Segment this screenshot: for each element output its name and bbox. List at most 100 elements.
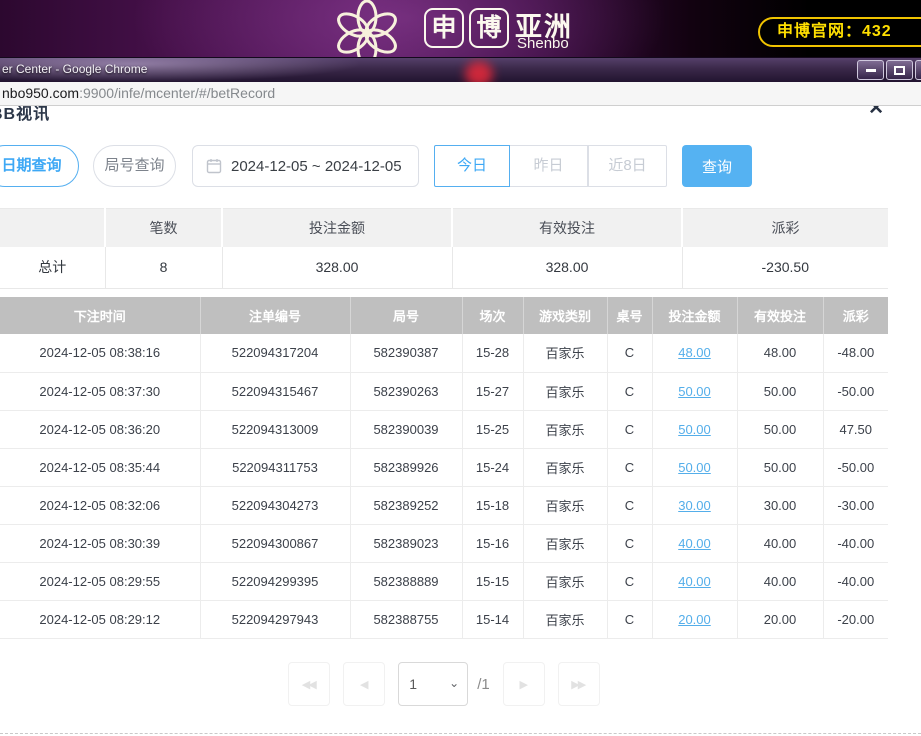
round-query-tab[interactable]: 局号查询 [93,145,176,187]
bet-amount-link[interactable]: 50.00 [678,460,711,475]
brand-banner: 申 博 亚洲 Shenbo 申博官网：432 [0,0,921,57]
page-select-wrap: 1 ⌄ [398,662,468,706]
bet-time-cell: 2024-12-05 08:32:06 [0,486,200,524]
order-id-cell: 522094317204 [200,334,350,372]
logo-char-bo: 博 [469,8,509,48]
valid-bet-cell: 40.00 [737,524,823,562]
section-heading: BB视讯 [0,106,50,124]
date-query-tab[interactable]: 日期查询 [0,145,79,187]
next-page-button[interactable]: ▶ [503,662,545,706]
round-id-cell: 582389926 [350,448,462,486]
window-titlebar: er Center - Google Chrome [0,57,921,82]
search-button[interactable]: 查询 [682,145,752,187]
bet-amount-link[interactable]: 40.00 [678,574,711,589]
order-id-cell: 522094299395 [200,562,350,600]
calendar-icon [206,158,222,174]
valid-bet-cell: 48.00 [737,334,823,372]
prev-page-button[interactable]: ◀ [343,662,385,706]
session-cell: 15-18 [462,486,523,524]
url-path: :9900/infe/mcenter/#/betRecord [79,85,275,101]
round-id-cell: 582388755 [350,600,462,638]
close-window-button[interactable] [915,60,921,80]
bet-amount-link[interactable]: 40.00 [678,536,711,551]
summary-header-valid-bet: 有效投注 [452,209,682,247]
table-row: 2024-12-05 08:38:16 522094317204 5823903… [0,334,888,372]
close-panel-icon[interactable]: ✕ [868,106,884,120]
round-id-cell: 582389023 [350,524,462,562]
url-domain: nbo950.com [2,85,79,101]
payout-cell: -48.00 [823,334,888,372]
maximize-button[interactable] [886,60,913,80]
red-notification-blob [465,61,493,82]
payout-cell: -50.00 [823,448,888,486]
game-type-cell: 百家乐 [523,486,607,524]
header-game-type: 游戏类别 [523,297,607,334]
game-type-cell: 百家乐 [523,600,607,638]
header-bet-amount: 投注金额 [652,297,737,334]
last-8-days-button[interactable]: 近8日 [588,145,667,187]
brand-english-label: Shenbo [517,35,569,52]
order-id-cell: 522094297943 [200,600,350,638]
bet-amount-cell: 50.00 [652,372,737,410]
date-range-input[interactable]: 2024-12-05 ~ 2024-12-05 [192,145,419,187]
bet-time-cell: 2024-12-05 08:35:44 [0,448,200,486]
header-payout: 派彩 [823,297,888,334]
game-type-cell: 百家乐 [523,372,607,410]
bet-amount-link[interactable]: 48.00 [678,345,711,360]
last-page-button[interactable]: ▶▶ [558,662,600,706]
order-id-cell: 522094304273 [200,486,350,524]
valid-bet-cell: 20.00 [737,600,823,638]
bet-record-panel: BB视讯 ✕ 日期查询 局号查询 2024-12-05 ~ 2024-12-05… [0,106,921,736]
yesterday-button[interactable]: 昨日 [510,145,588,187]
address-bar[interactable]: nbo950.com:9900/infe/mcenter/#/betRecord [0,82,921,106]
game-type-cell: 百家乐 [523,524,607,562]
pagination: ◀◀ ◀ 1 ⌄ /1 ▶ ▶▶ [0,662,888,706]
table-row: 2024-12-05 08:32:06 522094304273 5823892… [0,486,888,524]
bet-amount-link[interactable]: 30.00 [678,498,711,513]
payout-cell: -50.00 [823,372,888,410]
minimize-button[interactable] [857,60,884,80]
table-no-cell: C [607,448,652,486]
summary-header-payout: 派彩 [682,209,888,247]
session-cell: 15-16 [462,524,523,562]
flower-logo-icon [330,0,404,57]
round-id-cell: 582390387 [350,334,462,372]
table-row: 2024-12-05 08:30:39 522094300867 5823890… [0,524,888,562]
order-id-cell: 522094315467 [200,372,350,410]
bet-time-cell: 2024-12-05 08:36:20 [0,410,200,448]
filter-bar: 日期查询 局号查询 2024-12-05 ~ 2024-12-05 今日 昨日 … [0,145,921,187]
summary-header-bet-amount: 投注金额 [222,209,452,247]
table-no-cell: C [607,372,652,410]
order-id-cell: 522094311753 [200,448,350,486]
table-no-cell: C [607,524,652,562]
payout-cell: -30.00 [823,486,888,524]
today-button[interactable]: 今日 [434,145,510,187]
table-no-cell: C [607,600,652,638]
page-select[interactable]: 1 [398,662,468,706]
table-no-cell: C [607,486,652,524]
bet-records-table: 下注时间 注单编号 局号 场次 游戏类别 桌号 投注金额 有效投注 派彩 202… [0,297,888,639]
summary-valid-bet-value: 328.00 [452,247,682,289]
session-cell: 15-28 [462,334,523,372]
table-no-cell: C [607,410,652,448]
bets-table-body: 2024-12-05 08:38:16 522094317204 5823903… [0,334,888,638]
bet-amount-link[interactable]: 50.00 [678,422,711,437]
window-controls [857,60,921,80]
bet-amount-cell: 50.00 [652,410,737,448]
header-session: 场次 [462,297,523,334]
summary-total-label: 总计 [0,247,105,289]
order-id-cell: 522094313009 [200,410,350,448]
bet-amount-link[interactable]: 50.00 [678,384,711,399]
first-page-button[interactable]: ◀◀ [288,662,330,706]
minimize-icon [866,69,876,72]
table-row: 2024-12-05 08:29:55 522094299395 5823888… [0,562,888,600]
header-bet-time: 下注时间 [0,297,200,334]
bet-amount-link[interactable]: 20.00 [678,612,711,627]
table-row: 2024-12-05 08:36:20 522094313009 5823900… [0,410,888,448]
game-type-cell: 百家乐 [523,562,607,600]
maximize-icon [894,66,905,75]
bet-time-cell: 2024-12-05 08:29:55 [0,562,200,600]
header-valid-bet: 有效投注 [737,297,823,334]
table-row: 2024-12-05 08:37:30 522094315467 5823902… [0,372,888,410]
summary-table: 笔数 投注金额 有效投注 派彩 总计 8 328.00 328.00 -230.… [0,208,888,289]
